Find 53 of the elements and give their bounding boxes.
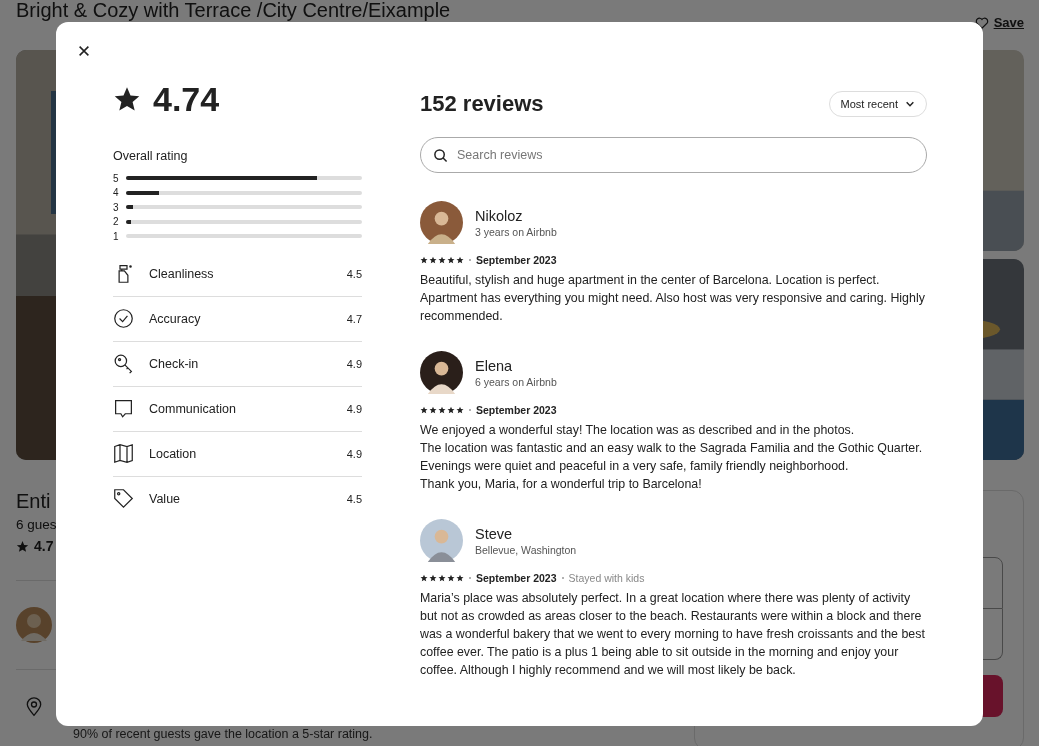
map-icon [113,443,134,464]
category-label: Check-in [149,356,200,371]
close-icon [77,44,91,58]
check-circle-icon [113,308,134,329]
reviewer-info: 3 years on Airbnb [475,225,557,238]
key-icon [113,353,134,374]
rating-value: 4.7 [34,538,54,554]
category-score: 4.5 [346,267,362,280]
category-score: 4.9 [346,402,362,415]
category-score: 4.7 [346,312,362,325]
category-label: Accuracy [149,311,202,326]
review-text: Beautiful, stylish and huge apartment in the center of Barcelona. Location is perfect. Apartment has everything you might need. Also host was very responsive and caring. Highly recommended. [420,272,926,325]
trip-type: Stayed with kids [568,572,645,584]
category-label: Cleanliness [149,266,215,281]
review-date: September 2023 [476,572,557,584]
caret-icon [905,99,915,109]
star-level-label: 3 [113,201,120,213]
speech-bubble-icon [113,398,134,419]
category-label: Location [149,446,198,461]
heart-icon [974,15,989,30]
reviewer-info: 6 years on Airbnb [475,375,557,388]
reviewer-name: Steve [475,525,514,542]
location-pin-icon [24,696,44,718]
search-field[interactable]: Search reviews [420,137,927,173]
listing-heading: Enti [16,490,51,513]
review-text: We enjoyed a wonderful stay! The location was as described and in the photos. The location was fantastic and an easy walk to the Sagrada Familia and the Gothic Quarter. Evenings were quiet and peaceful in a very safe, family friendly neighborhood. Thank you, Maria, for a wonderful trip to Barcelona! [420,422,924,493]
save-link[interactable]: Save [993,15,1024,30]
review-date: September 2023 [476,404,557,416]
location-note: 90% of recent guests gave the location a 5-star rating. [73,727,373,741]
star-level-label: 4 [113,187,120,199]
star-level-label: 2 [113,216,120,228]
star-icon [16,539,29,553]
star-level-label: 1 [113,230,120,242]
reviewer-name: Nikoloz [475,207,524,224]
search-icon [433,148,448,163]
star-icon [113,85,141,113]
sort-dropdown[interactable]: Most recent [828,91,927,117]
category-score: 4.9 [346,447,362,460]
guest-count: 6 gues [16,517,57,532]
review-text: Maria’s place was absolutely perfect. In a great location where there was plenty of activity but not as crowded as areas closer to the beach. Restaurants were within a block and there was a wonderful bakery that we went to every morning to have fresh croissants and the best coffee ever. The patio is a plus 1 being able to sit outside in the morning and enjoy your coffee. Although I highly recommend and we will most likely be back. [420,590,926,679]
reviewer-name: Elena [475,357,514,374]
category-score: 4.9 [346,357,362,370]
overall-rating-label: Overall rating [113,149,189,163]
review-date: September 2023 [476,254,557,266]
category-label: Value [149,491,182,506]
reviews-count-heading: 152 reviews [420,91,544,117]
tag-icon [113,488,134,509]
category-label: Communication [149,401,237,416]
star-level-label: 5 [113,172,120,184]
category-score: 4.5 [346,492,362,505]
listing-title: Bright & Cozy with Terrace /City Centre/Eixample [16,0,451,20]
reviewer-info: Bellevue, Washington [475,543,577,556]
overall-score: 4.74 [153,79,220,119]
